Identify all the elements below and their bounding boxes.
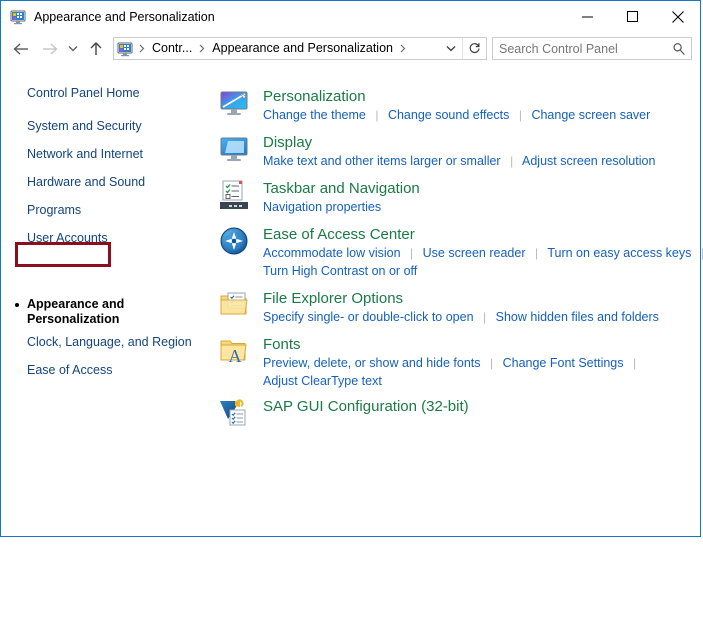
- window-body: Control Panel Home System and Security N…: [1, 65, 700, 536]
- section-links: Specify single- or double-click to open …: [263, 308, 694, 326]
- link-separator: |: [695, 244, 703, 262]
- sidebar: Control Panel Home System and Security N…: [1, 65, 213, 536]
- content-area: Personalization Change the theme | Chang…: [213, 65, 700, 536]
- section-body: Display Make text and other items larger…: [263, 133, 694, 170]
- section-links: Navigation properties: [263, 198, 694, 216]
- sidebar-item-appearance-and-personalization[interactable]: Appearance and Personalization: [27, 297, 147, 327]
- control-panel-window: Appearance and Personalization: [0, 0, 701, 537]
- search-icon[interactable]: [667, 42, 691, 56]
- link-change-the-theme[interactable]: Change the theme: [263, 108, 366, 122]
- ease-of-access-icon: [218, 225, 250, 257]
- link-separator: |: [529, 244, 544, 262]
- breadcrumb-separator-icon: [195, 44, 209, 53]
- link-turn-on-easy-access-keys[interactable]: Turn on easy access keys: [547, 246, 691, 260]
- link-preview-delete-or-show-and-hide-fonts[interactable]: Preview, delete, or show and hide fonts: [263, 356, 481, 370]
- breadcrumb-item-appearance-and-personalization[interactable]: Appearance and Personalization: [209, 38, 396, 59]
- recent-locations-chevron-icon[interactable]: [63, 35, 83, 63]
- sap-gui-configuration-icon: [218, 397, 250, 429]
- sidebar-item-programs[interactable]: Programs: [27, 203, 81, 218]
- fonts-folder-icon: A: [218, 335, 250, 367]
- search-input[interactable]: [493, 42, 667, 56]
- link-separator: |: [513, 106, 528, 124]
- section-title-display[interactable]: Display: [263, 133, 694, 152]
- address-bar[interactable]: Contr... Appearance and Personalization: [113, 37, 487, 60]
- section-body: Fonts Preview, delete, or show and hide …: [263, 335, 694, 390]
- link-navigation-properties[interactable]: Navigation properties: [263, 200, 381, 214]
- section-body: File Explorer Options Specify single- or…: [263, 289, 694, 326]
- section-personalization: Personalization Change the theme | Chang…: [213, 87, 694, 124]
- link-separator: |: [504, 152, 519, 170]
- taskbar-checklist-icon: [218, 179, 250, 211]
- forward-arrow-icon[interactable]: [35, 35, 63, 63]
- section-title-file-explorer-options[interactable]: File Explorer Options: [263, 289, 694, 308]
- sidebar-item-ease-of-access[interactable]: Ease of Access: [27, 363, 112, 378]
- sidebar-item-system-and-security[interactable]: System and Security: [27, 119, 142, 134]
- control-panel-icon: [117, 41, 133, 57]
- link-use-screen-reader[interactable]: Use screen reader: [423, 246, 526, 260]
- link-make-text-larger-or-smaller[interactable]: Make text and other items larger or smal…: [263, 154, 501, 168]
- link-adjust-cleartype-text[interactable]: Adjust ClearType text: [263, 374, 382, 388]
- back-arrow-icon[interactable]: [7, 35, 35, 63]
- breadcrumb-item-control-panel[interactable]: Contr...: [149, 38, 195, 59]
- section-title-personalization[interactable]: Personalization: [263, 87, 694, 106]
- sidebar-item-hardware-and-sound[interactable]: Hardware and Sound: [27, 175, 145, 190]
- personalization-monitor-icon: [218, 87, 250, 119]
- address-dropdown-chevron-icon[interactable]: [440, 38, 462, 59]
- sidebar-item-control-panel-home[interactable]: Control Panel Home: [27, 86, 140, 101]
- breadcrumb-separator-icon: [396, 44, 410, 53]
- refresh-icon[interactable]: [462, 38, 486, 59]
- breadcrumb-separator-icon: [135, 44, 149, 53]
- svg-text:A: A: [229, 346, 242, 366]
- section-ease-of-access-center: Ease of Access Center Accommodate low vi…: [213, 225, 694, 280]
- link-show-hidden-files-and-folders[interactable]: Show hidden files and folders: [496, 310, 659, 324]
- link-separator: |: [627, 354, 642, 372]
- close-button[interactable]: [655, 1, 700, 32]
- section-body: SAP GUI Configuration (32-bit): [263, 397, 694, 416]
- section-sap-gui-configuration: SAP GUI Configuration (32-bit): [213, 397, 694, 416]
- link-accommodate-low-vision[interactable]: Accommodate low vision: [263, 246, 401, 260]
- link-separator: |: [477, 308, 492, 326]
- section-title-sap-gui-configuration[interactable]: SAP GUI Configuration (32-bit): [263, 397, 694, 416]
- section-body: Ease of Access Center Accommodate low vi…: [263, 225, 694, 280]
- section-file-explorer-options: File Explorer Options Specify single- or…: [213, 289, 694, 326]
- link-change-screen-saver[interactable]: Change screen saver: [531, 108, 650, 122]
- link-separator: |: [404, 244, 419, 262]
- control-panel-icon: [10, 9, 26, 25]
- link-separator: |: [369, 106, 384, 124]
- display-monitor-icon: [218, 133, 250, 165]
- window-title: Appearance and Personalization: [34, 9, 215, 25]
- link-change-sound-effects[interactable]: Change sound effects: [388, 108, 509, 122]
- sidebar-item-network-and-internet[interactable]: Network and Internet: [27, 147, 143, 162]
- link-specify-single-or-double-click-to-open[interactable]: Specify single- or double-click to open: [263, 310, 474, 324]
- section-fonts: A Fonts Preview, delete, or show and hid…: [213, 335, 694, 390]
- file-explorer-folder-icon: [218, 289, 250, 321]
- window-controls: [565, 1, 700, 32]
- sidebar-item-clock-language-and-region[interactable]: Clock, Language, and Region: [27, 335, 192, 350]
- link-turn-high-contrast-on-or-off[interactable]: Turn High Contrast on or off: [263, 264, 417, 278]
- section-links: Preview, delete, or show and hide fonts …: [263, 354, 694, 390]
- section-links: Change the theme | Change sound effects …: [263, 106, 694, 124]
- current-page-bullet-icon: [15, 303, 19, 307]
- link-change-font-settings[interactable]: Change Font Settings: [503, 356, 624, 370]
- section-links: Accommodate low vision | Use screen read…: [263, 244, 694, 280]
- title-bar: Appearance and Personalization: [1, 1, 700, 32]
- up-arrow-icon[interactable]: [83, 35, 109, 63]
- link-separator: |: [484, 354, 499, 372]
- maximize-button[interactable]: [610, 1, 655, 32]
- section-taskbar-and-navigation: Taskbar and Navigation Navigation proper…: [213, 179, 694, 216]
- minimize-button[interactable]: [565, 1, 610, 32]
- section-display: Display Make text and other items larger…: [213, 133, 694, 170]
- link-adjust-screen-resolution[interactable]: Adjust screen resolution: [522, 154, 655, 168]
- section-links: Make text and other items larger or smal…: [263, 152, 694, 170]
- section-title-fonts[interactable]: Fonts: [263, 335, 694, 354]
- section-title-taskbar-and-navigation[interactable]: Taskbar and Navigation: [263, 179, 694, 198]
- navigation-bar: Contr... Appearance and Personalization: [1, 32, 700, 65]
- search-box[interactable]: [492, 37, 692, 60]
- section-body: Personalization Change the theme | Chang…: [263, 87, 694, 124]
- section-title-ease-of-access-center[interactable]: Ease of Access Center: [263, 225, 694, 244]
- section-body: Taskbar and Navigation Navigation proper…: [263, 179, 694, 216]
- sidebar-item-user-accounts[interactable]: User Accounts: [27, 231, 108, 246]
